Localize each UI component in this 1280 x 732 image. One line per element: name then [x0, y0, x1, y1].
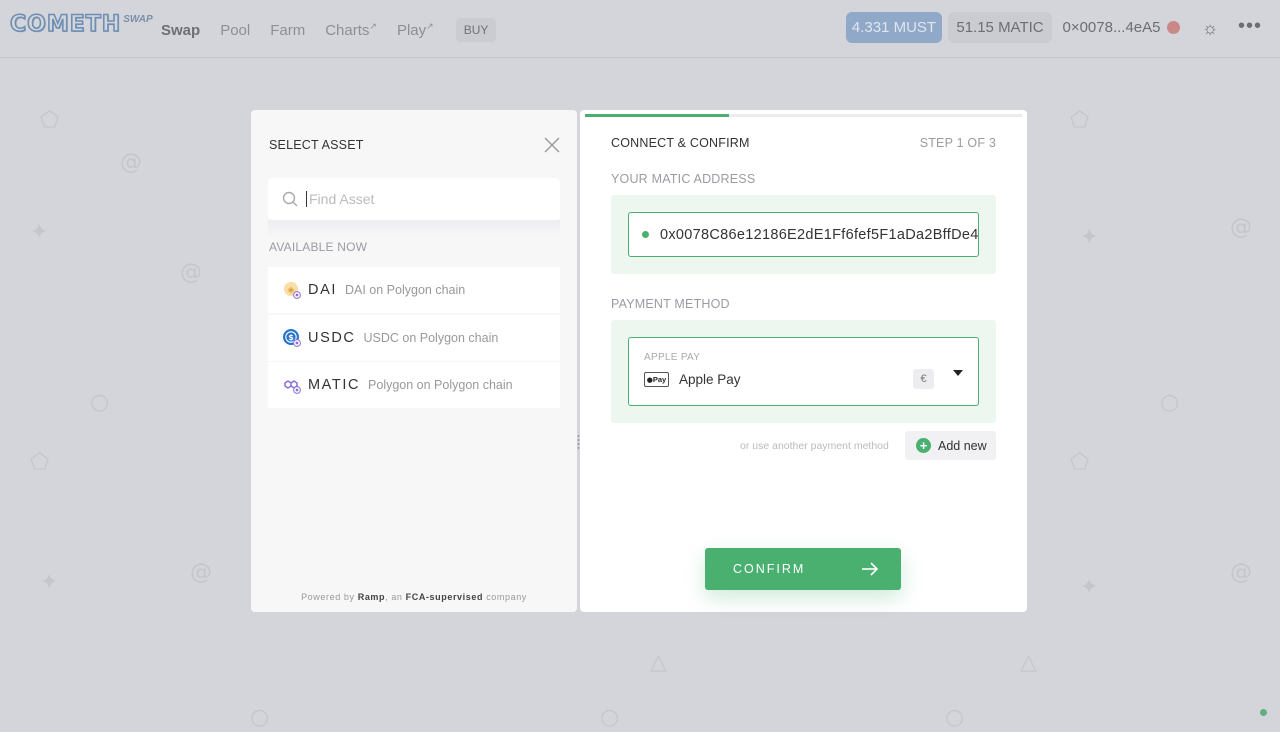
- asset-symbol: DAI: [308, 282, 337, 298]
- dai-icon: ◈: [282, 280, 302, 300]
- matic-address-value: 0x0078C86e12186E2dE1Ff6fef5F1aDa2BffDe4: [660, 226, 979, 243]
- wallet-avatar-icon: [1166, 21, 1180, 34]
- matic-icon: [282, 375, 302, 395]
- spiral-glyph: @: [190, 560, 212, 585]
- confirm-label: CONFIRM: [733, 562, 806, 576]
- confirm-button[interactable]: CONFIRM: [705, 548, 901, 590]
- currency-chip: €: [913, 369, 934, 389]
- powered-by-footer: Powered by Ramp, an FCA-supervised compa…: [251, 592, 577, 602]
- spiral-glyph: @: [180, 260, 202, 285]
- external-link-icon: ↗: [369, 21, 377, 31]
- nav-charts[interactable]: Charts↗: [325, 21, 377, 39]
- pentagon-glyph: ⬠: [1070, 108, 1090, 133]
- spiral-glyph: @: [1230, 215, 1252, 240]
- fca-link[interactable]: FCA-supervised: [406, 592, 483, 602]
- step-progress-fill: [585, 114, 730, 117]
- circle-glyph: ○: [945, 705, 965, 730]
- address-valid-dot-icon: [642, 231, 649, 238]
- search-icon: [282, 191, 298, 207]
- select-asset-title: SELECT ASSET: [269, 138, 364, 152]
- matic-address-label: YOUR MATIC ADDRESS: [611, 172, 756, 186]
- triangle-glyph: △: [1020, 650, 1037, 675]
- plus-icon: +: [916, 438, 931, 453]
- asset-symbol: MATIC: [308, 377, 361, 393]
- asset-description: Polygon on Polygon chain: [368, 378, 513, 392]
- powered-prefix: Powered by: [301, 592, 355, 602]
- svg-text:$: $: [288, 333, 294, 342]
- add-new-payment-button[interactable]: + Add new: [905, 431, 996, 460]
- payment-method-caption: APPLE PAY: [644, 352, 701, 363]
- asset-list: ◈ DAI DAI on Polygon chain $ USDC USDC o…: [268, 267, 560, 410]
- nav-swap[interactable]: Swap: [161, 22, 200, 39]
- add-new-label: Add new: [938, 438, 987, 453]
- close-icon[interactable]: [543, 136, 561, 154]
- status-dot-icon: [1260, 709, 1267, 716]
- circle-glyph: ○: [90, 390, 110, 415]
- payment-method-row: ● Pay Apple Pay: [644, 372, 741, 387]
- powered-suffix: company: [486, 592, 527, 602]
- asset-item-matic[interactable]: MATIC Polygon on Polygon chain: [268, 362, 560, 408]
- step-progress-bar: [585, 114, 1022, 117]
- payment-method-name: Apple Pay: [679, 372, 741, 387]
- triangle-glyph: △: [650, 650, 667, 675]
- logo-subtitle: SWAP: [123, 14, 153, 25]
- connect-confirm-panel: CONNECT & CONFIRM STEP 1 OF 3 YOUR MATIC…: [580, 110, 1027, 612]
- asset-search-input[interactable]: [306, 191, 546, 207]
- external-link-icon: ↗: [426, 21, 434, 31]
- connect-confirm-title: CONNECT & CONFIRM: [611, 136, 750, 150]
- asset-item-dai[interactable]: ◈ DAI DAI on Polygon chain: [268, 267, 560, 313]
- top-navigation: COMETH SWAP Swap Pool Farm Charts↗ Play↗…: [0, 0, 1280, 58]
- pentagon-glyph: ⬠: [1070, 450, 1090, 475]
- circle-glyph: ○: [1160, 390, 1180, 415]
- spiral-glyph: @: [1230, 560, 1252, 585]
- payment-card: APPLE PAY ● Pay Apple Pay €: [611, 320, 996, 423]
- wallet-address-button[interactable]: 0×0078...4eA5: [1054, 12, 1188, 43]
- address-card: 0x0078C86e12186E2dE1Ff6fef5F1aDa2BffDe4: [611, 195, 996, 274]
- theme-toggle-sun-icon[interactable]: ☼: [1198, 16, 1222, 40]
- circle-glyph: ○: [600, 705, 620, 730]
- matic-address-field[interactable]: 0x0078C86e12186E2dE1Ff6fef5F1aDa2BffDe4: [628, 212, 979, 257]
- alternate-method-text: or use another payment method: [740, 440, 889, 452]
- usdc-icon: $: [282, 328, 302, 348]
- star-glyph: ✦: [1080, 225, 1099, 250]
- step-indicator: STEP 1 OF 3: [919, 136, 996, 150]
- matic-balance-badge[interactable]: 51.15 MATIC: [948, 12, 1052, 43]
- star-glyph: ✦: [40, 570, 59, 595]
- select-asset-panel: SELECT ASSET AVAILABLE NOW ◈ DAI DAI on …: [251, 110, 577, 612]
- asset-symbol: USDC: [308, 329, 356, 346]
- payment-method-label: PAYMENT METHOD: [611, 297, 730, 311]
- cometh-logo[interactable]: COMETH SWAP: [9, 11, 153, 42]
- powered-mid: , an: [385, 592, 403, 602]
- wallet-address-text: 0×0078...4eA5: [1062, 19, 1161, 36]
- asset-search-box: [268, 178, 560, 220]
- ramp-link[interactable]: Ramp: [358, 592, 385, 602]
- star-glyph: ✦: [30, 220, 49, 245]
- payment-method-select[interactable]: APPLE PAY ● Pay Apple Pay €: [628, 337, 979, 406]
- pentagon-glyph: ⬠: [40, 108, 60, 133]
- nav-farm[interactable]: Farm: [270, 22, 305, 39]
- chevron-down-icon[interactable]: [952, 368, 964, 378]
- nav-pool[interactable]: Pool: [220, 22, 250, 39]
- must-balance-badge[interactable]: 4.331 MUST: [846, 12, 942, 43]
- apple-pay-icon: ● Pay: [644, 372, 669, 387]
- more-options-icon[interactable]: •••: [1236, 14, 1264, 42]
- search-shadow: [268, 220, 560, 238]
- buy-button[interactable]: BUY: [455, 18, 497, 42]
- pentagon-glyph: ⬠: [30, 450, 50, 475]
- available-now-label: AVAILABLE NOW: [269, 240, 368, 254]
- asset-description: USDC on Polygon chain: [363, 330, 499, 345]
- main-nav: Swap Pool Farm Charts↗ Play↗ BUY: [161, 18, 497, 42]
- logo-wordmark: COMETH: [9, 11, 122, 38]
- star-glyph: ✦: [1080, 575, 1099, 600]
- apple-pay-badge-text: Pay: [652, 375, 667, 384]
- arrow-right-icon: [862, 562, 879, 576]
- spiral-glyph: @: [120, 150, 142, 175]
- nav-play[interactable]: Play↗: [397, 21, 434, 39]
- asset-description: DAI on Polygon chain: [344, 283, 466, 297]
- circle-glyph: ○: [250, 705, 270, 730]
- asset-item-usdc[interactable]: $ USDC USDC on Polygon chain: [268, 314, 560, 361]
